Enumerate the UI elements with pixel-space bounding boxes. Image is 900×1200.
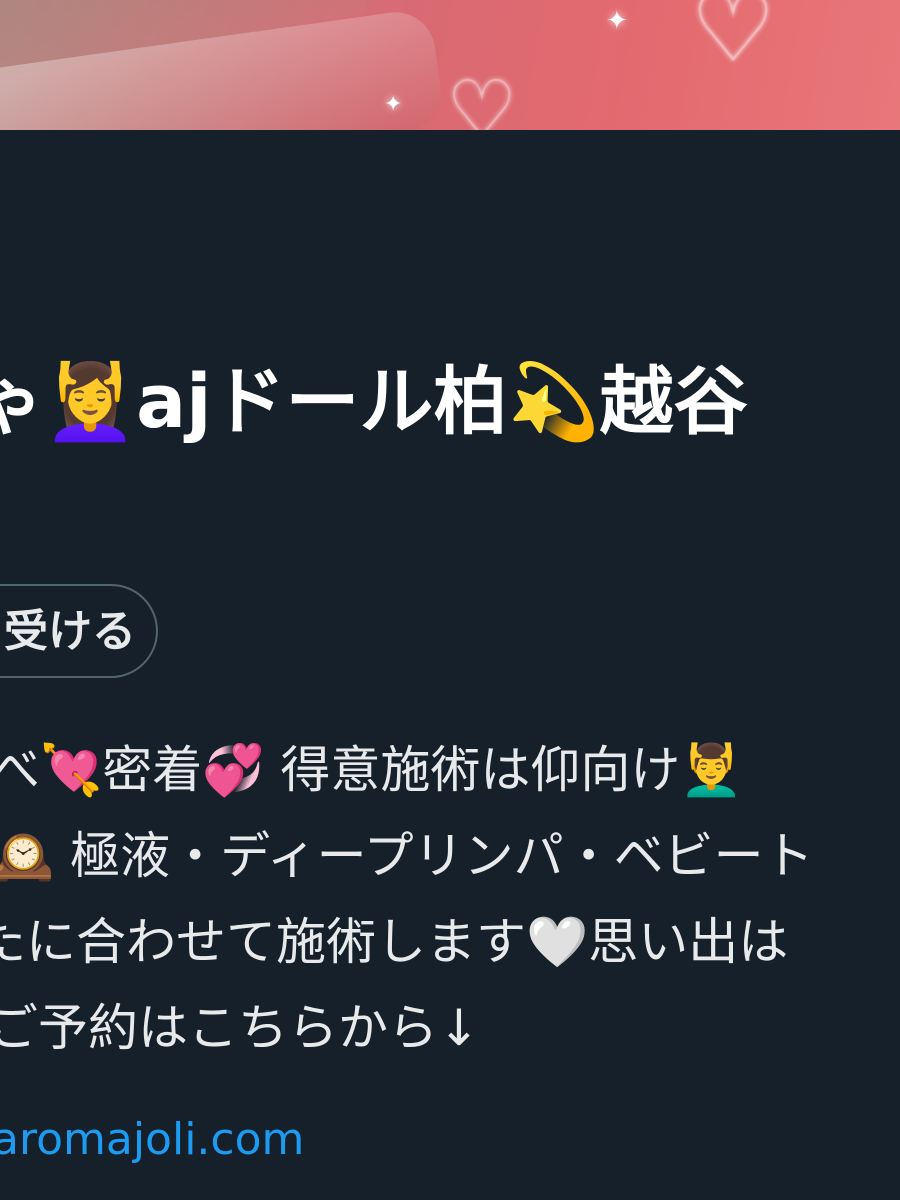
bio-line: べ💘密着💞 得意施術は仰向け💆‍♂️ xyxy=(0,741,743,799)
profile-website-link[interactable]: aromajoli.com xyxy=(0,1110,304,1170)
profile-banner-image[interactable]: ✦ ✦ ♡ ♡ xyxy=(0,0,900,130)
follow-button-label: 受ける xyxy=(4,606,136,657)
heart-icon: ♡ xyxy=(690,0,777,84)
profile-page: ✦ ✦ ♡ ♡ ゃ💆‍♀️ajドール柏💫越谷 受ける べ💘密着💞 得意施術は仰向… xyxy=(0,0,900,1200)
bio-line: ご予約はこちらから↓ xyxy=(0,999,480,1057)
bio-line: たに合わせて施術します🤍思い出は xyxy=(0,913,789,971)
bio-line: 🕰️ 極液・ディープリンパ・ベビート xyxy=(0,827,814,885)
follow-button[interactable]: 受ける xyxy=(0,584,158,678)
sparkle-icon: ✦ xyxy=(384,92,403,117)
sparkle-icon: ✦ xyxy=(606,6,628,36)
profile-display-name: ゃ💆‍♀️ajドール柏💫越谷 xyxy=(0,359,748,445)
heart-icon: ♡ xyxy=(446,63,518,131)
